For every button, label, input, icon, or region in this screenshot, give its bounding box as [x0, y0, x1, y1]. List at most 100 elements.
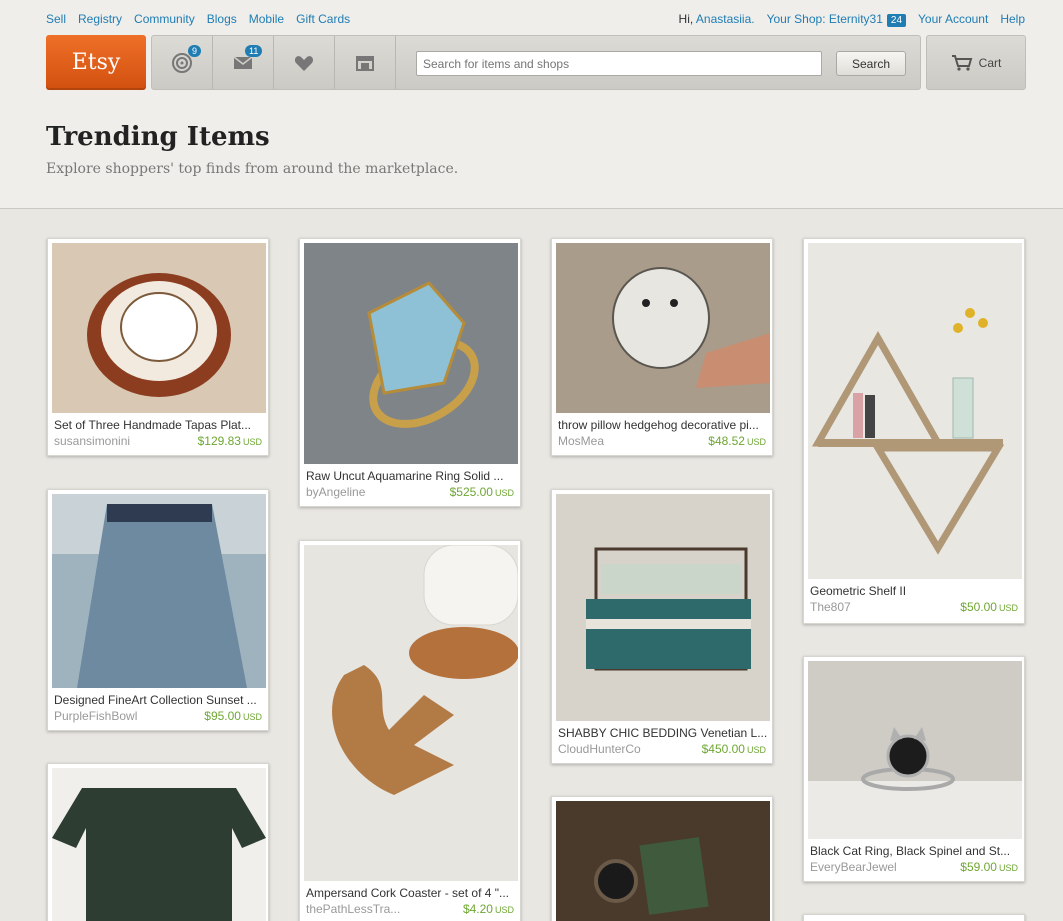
- item-shop[interactable]: The807: [810, 600, 851, 614]
- favorites-button[interactable]: [274, 36, 335, 89]
- blanket-stripe: [586, 619, 751, 629]
- messages-button[interactable]: 11: [213, 36, 274, 89]
- item-photo: [304, 243, 518, 464]
- activity-button[interactable]: 9: [152, 36, 213, 89]
- gift-cards-link[interactable]: Gift Cards: [296, 12, 350, 26]
- your-account-link[interactable]: Your Account: [918, 12, 988, 26]
- item-image[interactable]: [808, 243, 1022, 579]
- item-card[interactable]: Geometric Shelf II The807 $50.00 USD: [803, 238, 1025, 624]
- price-currency: USD: [746, 437, 766, 447]
- page-title: Trending Items: [46, 122, 270, 152]
- header-band: [0, 0, 1063, 209]
- item-price: $48.52 USD: [708, 434, 766, 448]
- cart-button[interactable]: Cart: [926, 35, 1026, 90]
- etsy-logo[interactable]: Etsy: [46, 35, 146, 90]
- item-image[interactable]: [556, 801, 770, 921]
- item-title[interactable]: Geometric Shelf II: [810, 584, 1020, 598]
- item-photo: [304, 545, 518, 881]
- item-photo: [556, 494, 770, 721]
- item-image[interactable]: [304, 545, 518, 881]
- item-card[interactable]: throw pillow hedgehog decorative pi... M…: [551, 238, 773, 456]
- item-image[interactable]: [556, 243, 770, 413]
- item-price: $525.00 USD: [450, 485, 514, 499]
- mobile-link[interactable]: Mobile: [249, 12, 284, 26]
- blanket: [586, 599, 751, 669]
- shop-badge: 24: [886, 14, 907, 27]
- item-card[interactable]: Black Cat Ring, Black Spinel and St... E…: [803, 656, 1025, 882]
- item-card[interactable]: SHABBY CHIC BEDDING Venetian L... CloudH…: [551, 489, 773, 764]
- search-button[interactable]: Search: [836, 51, 906, 76]
- item-title[interactable]: Set of Three Handmade Tapas Plat...: [54, 418, 264, 432]
- book-2: [865, 395, 875, 438]
- pillow-eye-left: [642, 299, 650, 307]
- price-amount: $450.00: [701, 742, 745, 756]
- item-shop[interactable]: EveryBearJewel: [810, 860, 897, 874]
- cart-icon: [951, 54, 972, 71]
- item-price: $50.00 USD: [960, 600, 1018, 614]
- item-card[interactable]: Raw Uncut Aquamarine Ring Solid ... byAn…: [299, 238, 521, 507]
- striped-top: [107, 504, 212, 522]
- messages-badge: 11: [245, 45, 263, 57]
- item-image[interactable]: [52, 768, 266, 921]
- cart-label: Cart: [978, 55, 1002, 70]
- item-price: $59.00 USD: [960, 860, 1018, 874]
- price-amount: $95.00: [204, 709, 241, 723]
- item-image[interactable]: [52, 243, 266, 413]
- item-image[interactable]: [304, 243, 518, 464]
- price-amount: $4.20: [462, 902, 493, 916]
- price-currency: USD: [494, 905, 514, 915]
- item-photo: [808, 243, 1022, 579]
- item-title[interactable]: Black Cat Ring, Black Spinel and St...: [810, 844, 1020, 858]
- book-1: [853, 393, 863, 438]
- item-image[interactable]: [52, 494, 266, 688]
- registry-link[interactable]: Registry: [78, 12, 122, 26]
- shelf-board: [818, 439, 1003, 447]
- item-card[interactable]: Designed FineArt Collection Sunset ... P…: [47, 489, 269, 731]
- item-shop[interactable]: thePathLessTra...: [306, 902, 400, 916]
- item-card[interactable]: [551, 796, 773, 921]
- price-currency: USD: [998, 603, 1018, 613]
- black-stone: [886, 734, 930, 778]
- item-title[interactable]: throw pillow hedgehog decorative pi...: [558, 418, 768, 432]
- item-card[interactable]: [803, 914, 1025, 921]
- help-link[interactable]: Help: [1000, 12, 1025, 26]
- item-card[interactable]: Ampersand Cork Coaster - set of 4 "... t…: [299, 540, 521, 921]
- item-photo: [556, 801, 770, 921]
- shop-button[interactable]: [335, 36, 396, 89]
- item-shop[interactable]: susansimonini: [54, 434, 130, 448]
- flower-2: [965, 308, 975, 318]
- search-input[interactable]: [416, 51, 822, 76]
- community-link[interactable]: Community: [134, 12, 195, 26]
- flower-1: [953, 323, 963, 333]
- item-image[interactable]: [556, 494, 770, 721]
- item-title[interactable]: Raw Uncut Aquamarine Ring Solid ...: [306, 469, 516, 483]
- item-price: $129.83 USD: [198, 434, 262, 448]
- page-subtitle: Explore shoppers' top finds from around …: [46, 161, 459, 177]
- user-name-link[interactable]: Anastasiia.: [696, 12, 755, 26]
- item-card[interactable]: Set of Three Handmade Tapas Plat... susa…: [47, 238, 269, 456]
- item-photo: [556, 243, 770, 413]
- sell-link[interactable]: Sell: [46, 12, 66, 26]
- item-photo: [52, 768, 266, 921]
- round-coaster: [409, 627, 518, 679]
- item-shop[interactable]: byAngeline: [306, 485, 365, 499]
- item-price: $4.20 USD: [463, 902, 514, 916]
- price-amount: $59.00: [960, 860, 997, 874]
- flower-3: [978, 318, 988, 328]
- item-image[interactable]: [808, 661, 1022, 839]
- your-shop-link[interactable]: Your Shop: Eternity31 24: [767, 12, 907, 27]
- blogs-link[interactable]: Blogs: [207, 12, 237, 26]
- favorites-heart-icon: [294, 55, 314, 71]
- item-title[interactable]: Designed FineArt Collection Sunset ...: [54, 693, 264, 707]
- price-amount: $525.00: [449, 485, 493, 499]
- item-photo: [52, 243, 266, 413]
- price-currency: USD: [494, 488, 514, 498]
- item-shop[interactable]: CloudHunterCo: [558, 742, 641, 756]
- item-title[interactable]: Ampersand Cork Coaster - set of 4 "...: [306, 886, 516, 900]
- vase: [952, 377, 974, 439]
- item-title[interactable]: SHABBY CHIC BEDDING Venetian L...: [558, 726, 768, 740]
- account-links: Hi, Anastasiia. Your Shop: Eternity31 24 Yo…: [679, 12, 1025, 27]
- item-shop[interactable]: MosMea: [558, 434, 604, 448]
- item-shop[interactable]: PurpleFishBowl: [54, 709, 137, 723]
- item-card[interactable]: [47, 763, 269, 921]
